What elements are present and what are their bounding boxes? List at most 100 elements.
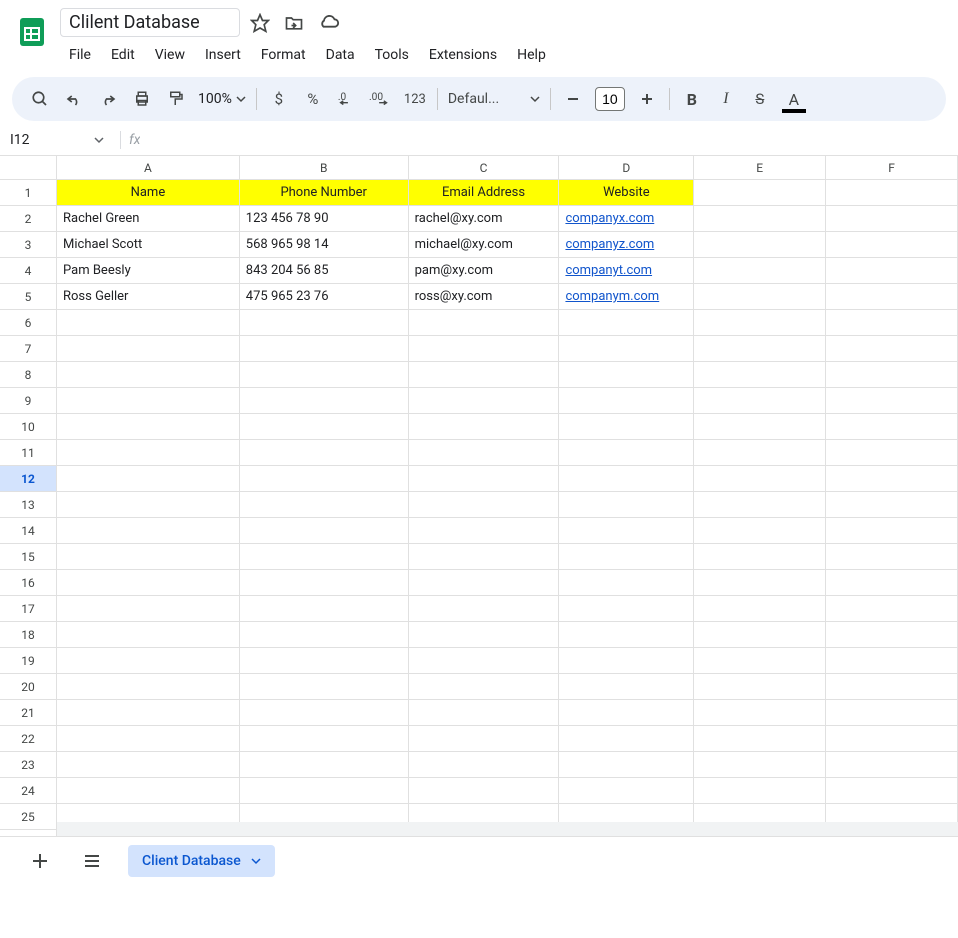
sheets-logo[interactable] (12, 12, 52, 52)
row-header-11[interactable]: 11 (0, 440, 56, 466)
row-header-26[interactable]: 26 (0, 830, 56, 836)
cell-C18[interactable] (409, 622, 560, 648)
cell-C22[interactable] (409, 726, 560, 752)
print-icon[interactable] (126, 83, 158, 115)
cell-A4[interactable]: Pam Beesly (57, 258, 240, 284)
menu-help[interactable]: Help (508, 43, 555, 67)
row-header-2[interactable]: 2 (0, 206, 56, 232)
row-header-14[interactable]: 14 (0, 518, 56, 544)
cell-F15[interactable] (826, 544, 958, 570)
cell-B14[interactable] (240, 518, 409, 544)
column-header-d[interactable]: D (559, 156, 694, 179)
cell-C11[interactable] (409, 440, 560, 466)
cell-D14[interactable] (559, 518, 694, 544)
row-header-17[interactable]: 17 (0, 596, 56, 622)
cell-A20[interactable] (57, 674, 240, 700)
cell-B12[interactable] (240, 466, 409, 492)
menu-view[interactable]: View (146, 43, 194, 67)
cell-E1[interactable] (694, 180, 826, 206)
cell-E6[interactable] (694, 310, 826, 336)
cell-F10[interactable] (826, 414, 958, 440)
decrease-decimal-button[interactable]: .0 (331, 83, 363, 115)
cell-A6[interactable] (57, 310, 240, 336)
cell-E23[interactable] (694, 752, 826, 778)
add-sheet-button[interactable] (24, 845, 56, 877)
horizontal-scrollbar[interactable] (57, 822, 958, 836)
cell-E8[interactable] (694, 362, 826, 388)
cell-C20[interactable] (409, 674, 560, 700)
cell-C9[interactable] (409, 388, 560, 414)
cell-B18[interactable] (240, 622, 409, 648)
column-header-e[interactable]: E (694, 156, 826, 179)
cell-E10[interactable] (694, 414, 826, 440)
row-header-18[interactable]: 18 (0, 622, 56, 648)
search-icon[interactable] (24, 83, 56, 115)
cell-E16[interactable] (694, 570, 826, 596)
cell-A21[interactable] (57, 700, 240, 726)
menu-tools[interactable]: Tools (366, 43, 418, 67)
cell-D15[interactable] (559, 544, 694, 570)
row-header-19[interactable]: 19 (0, 648, 56, 674)
cell-E2[interactable] (694, 206, 826, 232)
cell-F16[interactable] (826, 570, 958, 596)
cell-B16[interactable] (240, 570, 409, 596)
column-header-a[interactable]: A (57, 156, 240, 179)
cell-A9[interactable] (57, 388, 240, 414)
row-header-10[interactable]: 10 (0, 414, 56, 440)
cell-B20[interactable] (240, 674, 409, 700)
cell-B11[interactable] (240, 440, 409, 466)
cell-E11[interactable] (694, 440, 826, 466)
cell-C10[interactable] (409, 414, 560, 440)
increase-font-size-button[interactable] (631, 83, 663, 115)
cell-A7[interactable] (57, 336, 240, 362)
cell-D10[interactable] (559, 414, 694, 440)
cell-F18[interactable] (826, 622, 958, 648)
cell-F17[interactable] (826, 596, 958, 622)
cell-A14[interactable] (57, 518, 240, 544)
cell-E24[interactable] (694, 778, 826, 804)
menu-file[interactable]: File (60, 43, 100, 67)
cell-F23[interactable] (826, 752, 958, 778)
name-box[interactable]: I12 (0, 132, 112, 148)
cell-A3[interactable]: Michael Scott (57, 232, 240, 258)
cell-F2[interactable] (826, 206, 958, 232)
cell-E14[interactable] (694, 518, 826, 544)
column-header-b[interactable]: B (240, 156, 409, 179)
move-folder-icon[interactable] (284, 13, 304, 33)
menu-edit[interactable]: Edit (102, 43, 144, 67)
cell-B5[interactable]: 475 965 23 76 (240, 284, 409, 310)
cell-C3[interactable]: michael@xy.com (409, 232, 560, 258)
cell-F5[interactable] (826, 284, 958, 310)
row-header-6[interactable]: 6 (0, 310, 56, 336)
paint-format-icon[interactable] (160, 83, 192, 115)
row-header-1[interactable]: 1 (0, 180, 56, 206)
cell-E15[interactable] (694, 544, 826, 570)
cell-B7[interactable] (240, 336, 409, 362)
cell-C4[interactable]: pam@xy.com (409, 258, 560, 284)
cell-C12[interactable] (409, 466, 560, 492)
cell-E7[interactable] (694, 336, 826, 362)
cell-B6[interactable] (240, 310, 409, 336)
cell-F12[interactable] (826, 466, 958, 492)
all-sheets-button[interactable] (76, 845, 108, 877)
row-header-25[interactable]: 25 (0, 804, 56, 830)
row-header-8[interactable]: 8 (0, 362, 56, 388)
column-header-f[interactable]: F (826, 156, 958, 179)
cell-D4[interactable]: companyt.com (559, 258, 694, 284)
cell-C24[interactable] (409, 778, 560, 804)
cell-C21[interactable] (409, 700, 560, 726)
cell-A13[interactable] (57, 492, 240, 518)
row-header-23[interactable]: 23 (0, 752, 56, 778)
cell-D6[interactable] (559, 310, 694, 336)
cell-D9[interactable] (559, 388, 694, 414)
cell-B3[interactable]: 568 965 98 14 (240, 232, 409, 258)
cell-D3[interactable]: companyz.com (559, 232, 694, 258)
row-header-21[interactable]: 21 (0, 700, 56, 726)
cell-A16[interactable] (57, 570, 240, 596)
cell-F4[interactable] (826, 258, 958, 284)
cell-F21[interactable] (826, 700, 958, 726)
cell-A24[interactable] (57, 778, 240, 804)
cell-C23[interactable] (409, 752, 560, 778)
cell-C5[interactable]: ross@xy.com (409, 284, 560, 310)
row-header-24[interactable]: 24 (0, 778, 56, 804)
